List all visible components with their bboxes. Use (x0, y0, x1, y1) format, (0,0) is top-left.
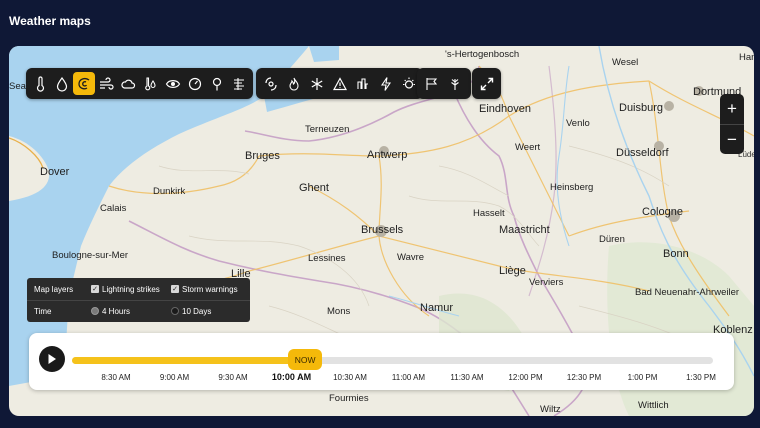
timeline-tick: 9:00 AM (159, 373, 190, 382)
four-hours-radio-dot[interactable] (91, 307, 99, 315)
storm-warnings-label: Storm warnings (182, 284, 238, 294)
warning-triangle-icon[interactable] (328, 72, 351, 95)
play-icon (48, 354, 56, 364)
fog-lines-icon[interactable] (228, 72, 250, 95)
map-label-heinsberg: Heinsberg (550, 182, 594, 193)
ten-days-label: 10 Days (182, 306, 212, 316)
map-label-boulogne: Boulogne-sur-Mer (52, 250, 129, 261)
hurricane-icon[interactable] (259, 72, 282, 95)
lightning-strikes-checkbox[interactable]: ✓ Lightning strikes (91, 285, 160, 294)
pressure-gauge-icon[interactable] (184, 72, 206, 95)
raindrop-icon[interactable] (51, 72, 73, 95)
map-label-bonn: Bonn (663, 248, 689, 260)
map-label-wesel: Wesel (612, 57, 639, 68)
map-label-lessines: Lessines (308, 253, 346, 264)
timeline-tick: 12:00 PM (508, 373, 543, 382)
zoom-in-button[interactable]: + (720, 94, 744, 124)
snowflake-icon[interactable] (305, 72, 328, 95)
map-label-weert: Weert (515, 142, 541, 153)
map-label-wiltz: Wiltz (540, 404, 561, 415)
map-label-namur: Namur (420, 302, 454, 314)
temperature-drops-icon[interactable] (139, 72, 161, 95)
timeline-tick: 11:00 AM (391, 373, 426, 382)
zoom-control: + − (720, 94, 744, 154)
page-title: Weather maps (9, 14, 91, 28)
timeline-tick: 10:30 AM (333, 373, 367, 382)
timeline-tick: 12:30 PM (566, 373, 602, 382)
time-label: Time (34, 306, 52, 316)
play-button[interactable] (39, 346, 65, 372)
four-hours-radio[interactable]: 4 Hours (91, 307, 130, 316)
map-label-duren: Düren (599, 234, 625, 245)
map-label-wavre: Wavre (397, 252, 425, 263)
map-label-cologne: Cologne (642, 206, 683, 218)
timeline-track[interactable] (72, 357, 713, 364)
map-label-mons: Mons (327, 306, 351, 317)
eye-visibility-icon[interactable] (162, 72, 184, 95)
map-label-ham: Ham (739, 52, 754, 63)
storm-warnings-checkbox[interactable]: ✓ Storm warnings (171, 285, 238, 294)
timeline-tick: 11:30 AM (450, 373, 484, 382)
map-label-maastricht: Maastricht (499, 224, 550, 236)
location-pin-icon[interactable] (206, 72, 228, 95)
map-label-bruges: Bruges (245, 150, 280, 162)
map-label-hasselt: Hasselt (473, 208, 505, 219)
air-quality-icon[interactable] (351, 72, 374, 95)
timeline-tick: 9:30 AM (218, 373, 248, 382)
wind-flag-icon[interactable] (420, 72, 443, 95)
map-label-sea: Sea (9, 81, 26, 92)
zoom-out-button[interactable]: − (720, 125, 744, 154)
map-label-liege: Liège (499, 265, 526, 277)
pollen-leaf-icon[interactable] (443, 72, 466, 95)
map-label-ghent: Ghent (299, 182, 329, 194)
thermometer-icon[interactable] (29, 72, 51, 95)
map-label-wittlich: Wittlich (638, 400, 669, 411)
lightning-strikes-label: Lightning strikes (102, 284, 160, 294)
ten-days-radio[interactable]: 10 Days (171, 307, 211, 316)
timeline-panel: NOW 8:30 AM 9:00 AM 9:30 AM 10:00 AM 10:30 A… (29, 333, 734, 390)
expand-icon[interactable] (475, 72, 498, 95)
map-label-dunkirk: Dunkirk (153, 186, 186, 197)
lightning-icon[interactable] (374, 72, 397, 95)
map-layers-row: Map layers ✓ Lightning strikes ✓ Storm w… (27, 278, 250, 301)
map-label-brussels: Brussels (361, 224, 404, 236)
map-label-dover: Dover (40, 166, 70, 178)
map-layers-panel: Map layers ✓ Lightning strikes ✓ Storm w… (27, 278, 250, 322)
layer-toolbar-extra (417, 68, 471, 99)
lightning-checkbox-box[interactable]: ✓ (91, 285, 99, 293)
map-label-fourmies: Fourmies (329, 393, 369, 404)
wind-icon[interactable] (95, 72, 117, 95)
timeline-tick: 1:30 PM (686, 373, 716, 382)
layer-toolbar-weather (26, 68, 253, 99)
fullscreen-toolbar (472, 68, 501, 99)
fire-icon[interactable] (282, 72, 305, 95)
map-label-eindhoven: Eindhoven (479, 103, 531, 115)
now-marker[interactable]: NOW (288, 349, 323, 370)
storm-swirl-icon[interactable] (73, 72, 96, 95)
time-row: Time 4 Hours 10 Days (27, 300, 250, 322)
map-label-venlo: Venlo (566, 118, 590, 129)
map-label-calais: Calais (100, 203, 127, 214)
timeline-tick: 1:00 PM (627, 373, 658, 382)
cloud-icon[interactable] (117, 72, 139, 95)
map-label-s-hertogenbosch: 's-Hertogenbosch (445, 49, 520, 60)
map-label-antwerp: Antwerp (367, 149, 408, 161)
storm-checkbox-box[interactable]: ✓ (171, 285, 179, 293)
map-label-verviers: Verviers (529, 277, 564, 288)
timeline-progress (72, 357, 310, 364)
layer-toolbar-alerts (256, 68, 423, 99)
timeline-tick: 8:30 AM (101, 373, 131, 382)
map-label-dusseldorf: Düsseldorf (616, 147, 669, 159)
timeline-tick-current: 10:00 AM (271, 372, 312, 382)
map-label-terneuzen: Terneuzen (305, 124, 350, 135)
map-label-bad-neuenahr: Bad Neuenahr-Ahrweiler (635, 287, 740, 298)
four-hours-label: 4 Hours (102, 306, 131, 316)
map-label-duisburg: Duisburg (619, 102, 664, 114)
map-layers-label: Map layers (34, 284, 74, 294)
ten-days-radio-dot[interactable] (171, 307, 179, 315)
weather-map[interactable]: Bruges Antwerp Ghent Brussels Eindhoven … (9, 46, 754, 416)
